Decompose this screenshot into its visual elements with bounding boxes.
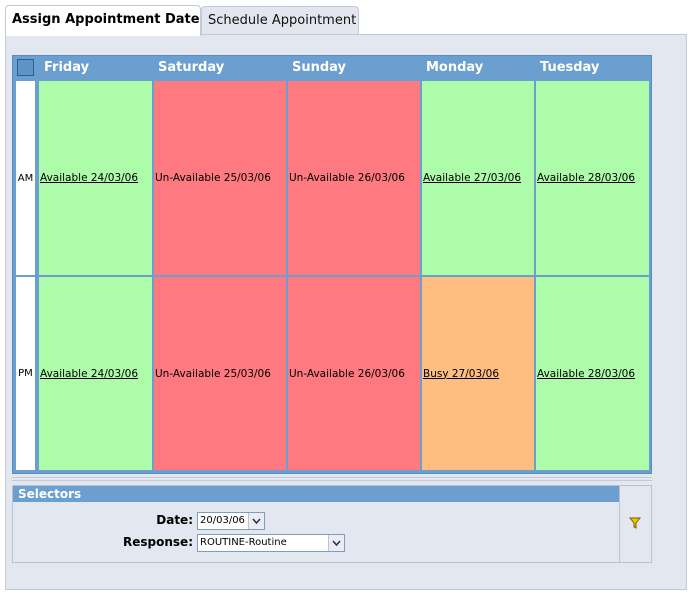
slot-text: Un-Available 26/03/06: [289, 172, 405, 184]
slot-link[interactable]: Available 24/03/06: [40, 368, 138, 380]
tab-assign-appointment-date[interactable]: Assign Appointment Date: [5, 5, 201, 36]
row-label-am: AM: [16, 81, 35, 275]
selectors-panel: Selectors Date: 20/03/06 Response: ROUTI…: [12, 485, 652, 563]
selectors-divider: [619, 486, 620, 562]
day-header-saturday: Saturday: [158, 60, 225, 75]
response-select[interactable]: ROUTINE-Routine: [197, 534, 345, 552]
select-all-checkbox[interactable]: [17, 59, 34, 76]
slot-text: Un-Available 25/03/06: [155, 367, 271, 380]
slot-tuesday-pm[interactable]: Available 28/03/06: [536, 277, 649, 470]
slot-link[interactable]: Busy 27/03/06: [423, 368, 499, 380]
date-select[interactable]: 20/03/06: [197, 512, 265, 530]
slot-monday-pm[interactable]: Busy 27/03/06: [422, 277, 534, 470]
response-label: Response:: [123, 535, 193, 549]
chevron-down-icon[interactable]: [328, 535, 344, 551]
appointment-calendar: Friday Saturday Sunday Monday Tuesday AM…: [12, 55, 652, 474]
slot-text: Un-Available 25/03/06: [155, 172, 271, 184]
tab-panel: Friday Saturday Sunday Monday Tuesday AM…: [5, 34, 687, 590]
slot-text: Un-Available 26/03/06: [289, 367, 405, 380]
slot-saturday-pm: Un-Available 25/03/06: [154, 277, 286, 470]
day-header-tuesday: Tuesday: [540, 60, 600, 75]
slot-friday-pm[interactable]: Available 24/03/06: [39, 277, 152, 470]
slot-tuesday-am[interactable]: Available 28/03/06: [536, 81, 649, 275]
slot-link[interactable]: Available 28/03/06: [537, 368, 635, 380]
day-header-sunday: Sunday: [292, 60, 347, 75]
tab-schedule-appointment[interactable]: Schedule Appointment: [201, 6, 359, 35]
date-value: 20/03/06: [200, 515, 245, 526]
slot-friday-am[interactable]: Available 24/03/06: [39, 81, 152, 275]
response-value: ROUTINE-Routine: [200, 537, 287, 548]
selectors-title: Selectors: [13, 486, 619, 502]
slot-monday-am[interactable]: Available 27/03/06: [422, 81, 534, 275]
filter-icon[interactable]: [627, 515, 643, 531]
slot-saturday-am: Un-Available 25/03/06: [154, 81, 286, 275]
slot-sunday-am: Un-Available 26/03/06: [288, 81, 420, 275]
calendar-divider: [12, 477, 652, 481]
slot-link[interactable]: Available 28/03/06: [537, 172, 635, 184]
date-label: Date:: [156, 513, 193, 527]
tab-bar: Assign Appointment Date Schedule Appoint…: [0, 0, 692, 36]
day-header-monday: Monday: [426, 60, 484, 75]
slot-link[interactable]: Available 24/03/06: [40, 172, 138, 184]
row-label-pm: PM: [16, 277, 35, 470]
slot-link[interactable]: Available 27/03/06: [423, 172, 521, 184]
day-header-friday: Friday: [44, 60, 90, 75]
slot-sunday-pm: Un-Available 26/03/06: [288, 277, 420, 470]
chevron-down-icon[interactable]: [248, 513, 264, 529]
calendar-header: Friday Saturday Sunday Monday Tuesday: [13, 56, 651, 80]
